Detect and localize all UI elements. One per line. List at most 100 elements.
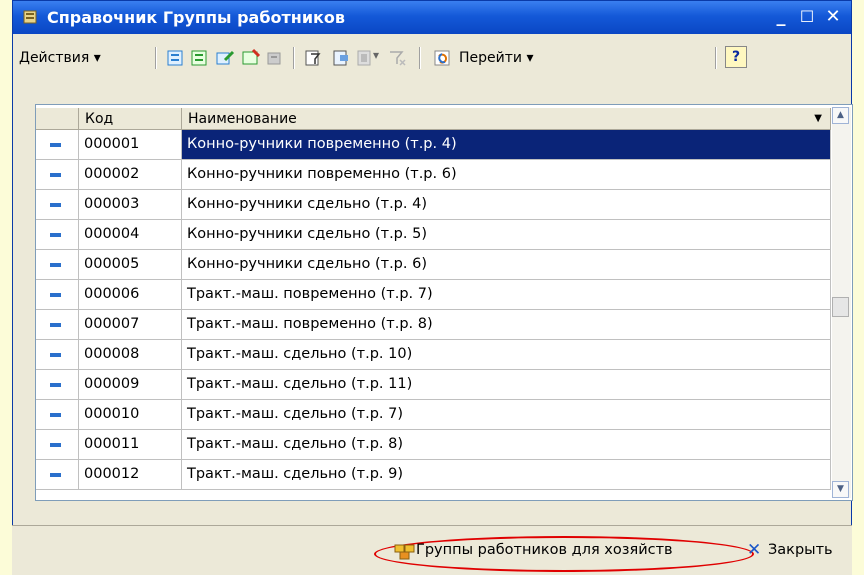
vertical-scrollbar[interactable]: ▲ ▼: [832, 107, 851, 498]
goto-menu-label: Перейти: [459, 50, 522, 66]
close-icon[interactable]: ✕: [747, 540, 761, 560]
name-cell[interactable]: Тракт.-маш. сдельно (т.р. 9): [182, 460, 831, 490]
name-cell[interactable]: Тракт.-маш. повременно (т.р. 8): [182, 310, 831, 340]
toolbar-separator: [293, 47, 295, 69]
bottom-bar: Группы работников для хозяйств ✕ Закрыть: [12, 525, 852, 575]
name-cell[interactable]: Конно-ручники повременно (т.р. 4): [182, 130, 831, 160]
actions-menu-label: Действия: [19, 50, 90, 66]
row-marker-cell: [36, 430, 79, 460]
name-cell[interactable]: Тракт.-маш. сдельно (т.р. 10): [182, 340, 831, 370]
add-item-icon[interactable]: [165, 48, 185, 68]
maximize-icon[interactable]: ☐: [797, 7, 817, 27]
item-marker-icon: [50, 413, 61, 417]
code-cell[interactable]: 000003: [79, 190, 182, 220]
edit-icon[interactable]: [241, 48, 261, 68]
catalog-window: Справочник Группы работников _ ☐ ✕ Дейст…: [12, 0, 853, 574]
column-header-name[interactable]: Наименование ▼: [182, 108, 831, 130]
code-cell[interactable]: 000010: [79, 400, 182, 430]
groups-icon: [394, 542, 416, 564]
code-cell[interactable]: 000005: [79, 250, 182, 280]
name-cell[interactable]: Тракт.-маш. повременно (т.р. 7): [182, 280, 831, 310]
item-marker-icon: [50, 383, 61, 387]
table-row[interactable]: 000004 Конно-ручники сдельно (т.р. 5): [36, 220, 831, 250]
item-marker-icon: [50, 233, 61, 237]
close-button[interactable]: Закрыть: [768, 542, 833, 558]
table-row[interactable]: 000003 Конно-ручники сдельно (т.р. 4): [36, 190, 831, 220]
item-marker-icon: [50, 353, 61, 357]
clear-filter-icon[interactable]: [387, 48, 407, 68]
table-row[interactable]: 000002 Конно-ручники повременно (т.р. 6): [36, 160, 831, 190]
close-window-icon[interactable]: ✕: [823, 7, 843, 27]
copy-icon[interactable]: [215, 48, 235, 68]
help-button[interactable]: ?: [725, 46, 747, 68]
table-row[interactable]: 000011 Тракт.-маш. сдельно (т.р. 8): [36, 430, 831, 460]
name-cell[interactable]: Конно-ручники сдельно (т.р. 6): [182, 250, 831, 280]
sort-arrow-icon: ▼: [814, 113, 822, 124]
toolbar-separator: [155, 47, 157, 69]
code-cell[interactable]: 000012: [79, 460, 182, 490]
filter-icon[interactable]: [303, 48, 323, 68]
table-row[interactable]: 000006 Тракт.-маш. повременно (т.р. 7): [36, 280, 831, 310]
title-bar[interactable]: Справочник Группы работников _ ☐ ✕: [13, 1, 851, 34]
row-marker-cell: [36, 250, 79, 280]
code-cell[interactable]: 000009: [79, 370, 182, 400]
name-cell[interactable]: Тракт.-маш. сдельно (т.р. 8): [182, 430, 831, 460]
delete-icon[interactable]: [265, 48, 285, 68]
row-marker-cell: [36, 400, 79, 430]
toolbar-separator: [419, 47, 421, 69]
filter-by-value-icon[interactable]: [331, 48, 351, 68]
scroll-down-button[interactable]: ▼: [832, 481, 849, 498]
table-row[interactable]: 000012 Тракт.-маш. сдельно (т.р. 9): [36, 460, 831, 490]
name-cell[interactable]: Конно-ручники сдельно (т.р. 4): [182, 190, 831, 220]
item-marker-icon: [50, 443, 61, 447]
column-header-code[interactable]: Код: [79, 108, 182, 130]
row-marker-cell: [36, 310, 79, 340]
name-cell[interactable]: Конно-ручники повременно (т.р. 6): [182, 160, 831, 190]
table-row[interactable]: 000007 Тракт.-маш. повременно (т.р. 8): [36, 310, 831, 340]
filter-history-icon[interactable]: [355, 48, 375, 68]
table-row[interactable]: 000001 Конно-ручники повременно (т.р. 4): [36, 130, 831, 160]
window-title: Справочник Группы работников: [47, 8, 345, 27]
row-marker-cell: [36, 280, 79, 310]
filter-history-dropdown[interactable]: ▾: [373, 48, 379, 62]
code-cell[interactable]: 000002: [79, 160, 182, 190]
item-marker-icon: [50, 173, 61, 177]
code-cell[interactable]: 000006: [79, 280, 182, 310]
groups-for-farms-button[interactable]: Группы работников для хозяйств: [416, 542, 673, 558]
toolbar-separator: [715, 47, 717, 69]
row-marker-cell: [36, 160, 79, 190]
catalog-icon: [23, 9, 39, 25]
scroll-thumb[interactable]: [832, 297, 849, 317]
code-cell[interactable]: 000001: [79, 130, 182, 160]
item-marker-icon: [50, 323, 61, 327]
name-cell[interactable]: Конно-ручники сдельно (т.р. 5): [182, 220, 831, 250]
row-marker-cell: [36, 460, 79, 490]
table-row[interactable]: 000009 Тракт.-маш. сдельно (т.р. 11): [36, 370, 831, 400]
table-row[interactable]: 000005 Конно-ручники сдельно (т.р. 6): [36, 250, 831, 280]
name-cell[interactable]: Тракт.-маш. сдельно (т.р. 11): [182, 370, 831, 400]
actions-menu-button[interactable]: Действия ▾: [19, 50, 101, 66]
item-marker-icon: [50, 293, 61, 297]
row-marker-cell: [36, 220, 79, 250]
add-group-icon[interactable]: [189, 48, 209, 68]
item-marker-icon: [50, 263, 61, 267]
code-cell[interactable]: 000007: [79, 310, 182, 340]
scroll-up-button[interactable]: ▲: [832, 107, 849, 124]
code-cell[interactable]: 000004: [79, 220, 182, 250]
name-cell[interactable]: Тракт.-маш. сдельно (т.р. 7): [182, 400, 831, 430]
item-marker-icon: [50, 473, 61, 477]
toolbar: Действия ▾ ▾ Перейти ▾ ?: [17, 41, 849, 75]
item-marker-icon: [50, 203, 61, 207]
table-row[interactable]: 000008 Тракт.-маш. сдельно (т.р. 10): [36, 340, 831, 370]
row-marker-cell: [36, 370, 79, 400]
goto-menu-button[interactable]: Перейти ▾: [459, 50, 533, 66]
table-row[interactable]: 000010 Тракт.-маш. сдельно (т.р. 7): [36, 400, 831, 430]
refresh-icon[interactable]: [433, 48, 453, 68]
code-cell[interactable]: 000011: [79, 430, 182, 460]
column-header-name-label: Наименование: [188, 111, 297, 127]
marker-column-header: [36, 108, 79, 130]
minimize-icon[interactable]: _: [771, 7, 791, 27]
row-marker-cell: [36, 340, 79, 370]
code-cell[interactable]: 000008: [79, 340, 182, 370]
row-marker-cell: [36, 130, 79, 160]
